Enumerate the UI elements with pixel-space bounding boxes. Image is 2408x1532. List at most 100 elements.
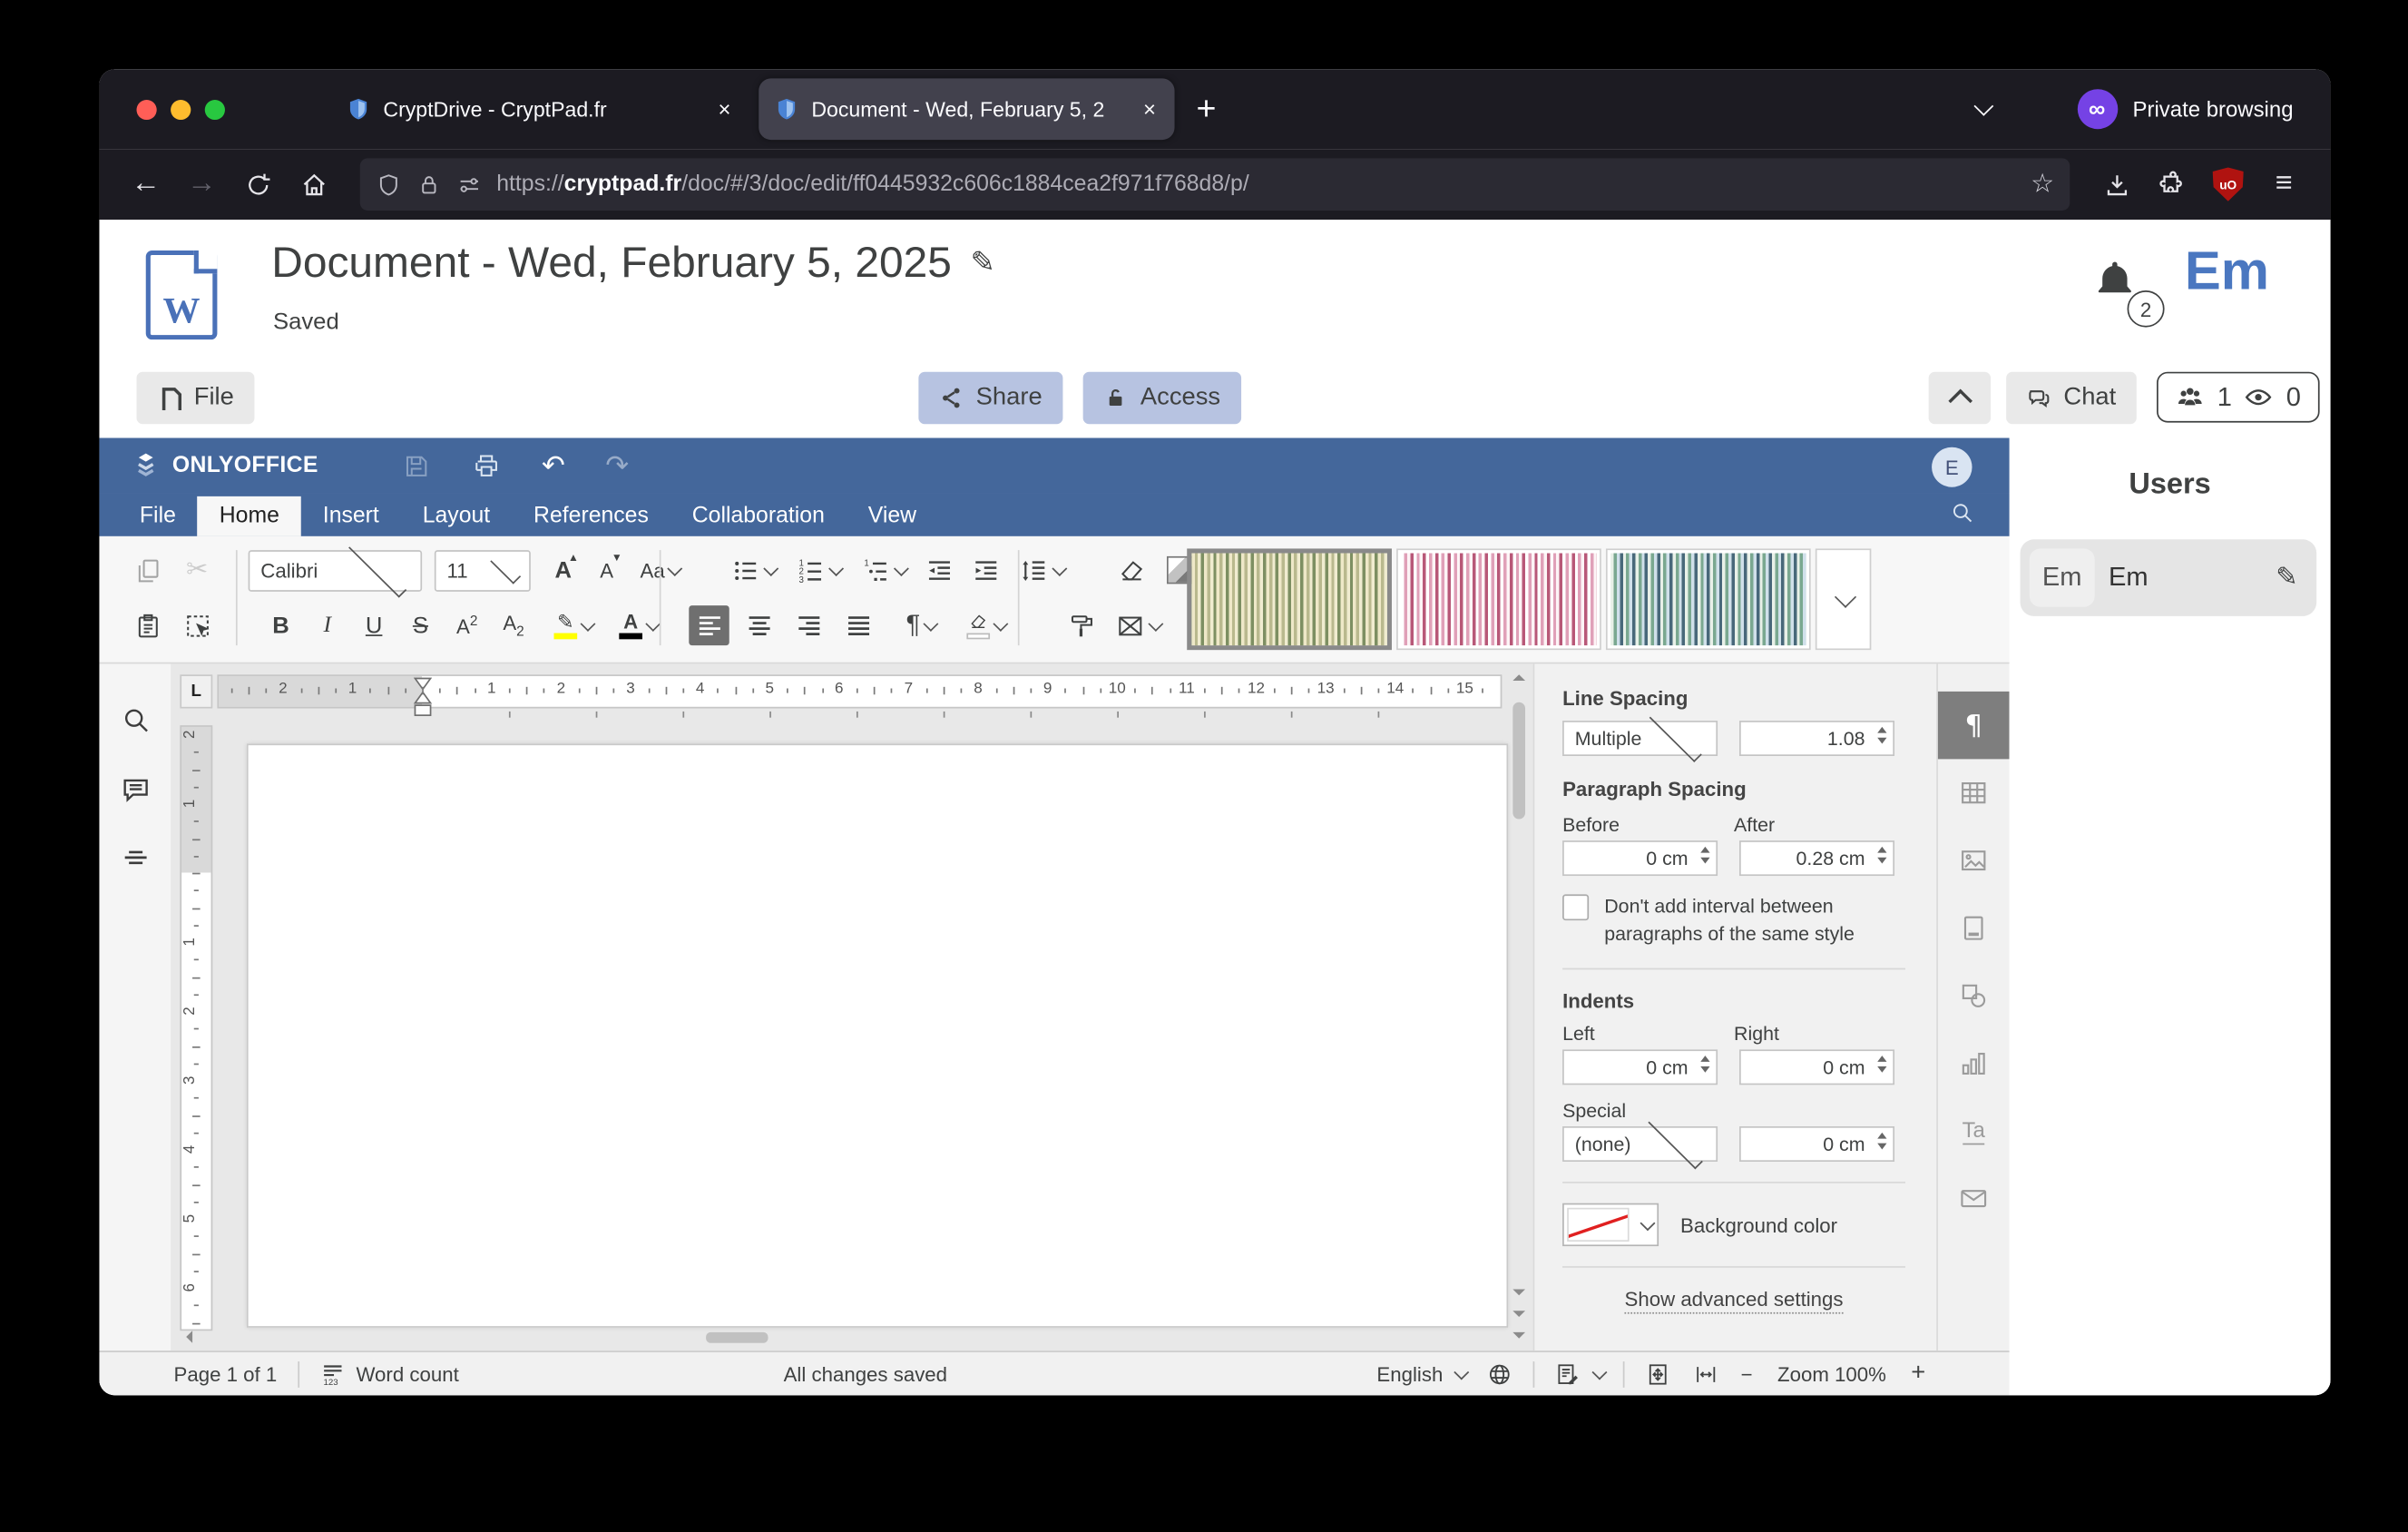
navigation-headings-icon[interactable] — [120, 842, 152, 882]
chart-settings-tab[interactable] — [1938, 1029, 2010, 1096]
comments-icon[interactable] — [120, 774, 152, 814]
background-color-picker[interactable] — [1562, 1203, 1659, 1246]
select-all-button[interactable] — [177, 605, 217, 645]
zoom-window-button[interactable] — [205, 99, 225, 119]
spellcheck-language-globe-icon[interactable] — [1486, 1360, 1512, 1387]
paragraph-shading-button[interactable] — [955, 605, 1014, 645]
mail-merge-settings-tab[interactable] — [1938, 1164, 2010, 1232]
participants-indicator[interactable]: 1 0 — [2157, 372, 2319, 423]
account-avatar[interactable]: Em — [2185, 241, 2269, 303]
indent-markers[interactable] — [413, 676, 433, 719]
spacing-before-spinner[interactable]: 0 cm — [1562, 840, 1718, 876]
underline-button[interactable]: U — [354, 605, 394, 645]
horizontal-scroll-thumb[interactable] — [706, 1332, 768, 1343]
clear-style-button[interactable] — [1111, 550, 1150, 590]
zoom-out-button[interactable]: − — [1741, 1362, 1753, 1385]
justify-button[interactable] — [837, 605, 877, 645]
font-name-select[interactable]: Calibri — [249, 549, 423, 591]
menu-tab-file[interactable]: File — [118, 496, 198, 536]
menu-tab-layout[interactable]: Layout — [401, 496, 512, 536]
horizontal-scrollbar[interactable] — [171, 1330, 1499, 1347]
align-left-button[interactable] — [689, 605, 729, 645]
font-size-select[interactable]: 11 — [435, 549, 531, 591]
spinner-arrows[interactable] — [1877, 1133, 1886, 1150]
superscript-button[interactable]: A2 — [447, 605, 487, 645]
style-thumbnail-1[interactable] — [1187, 548, 1392, 650]
list-all-tabs-chevron-icon[interactable] — [1976, 95, 1990, 123]
close-tab-icon[interactable]: × — [1140, 97, 1160, 122]
scroll-down-arrow[interactable] — [1512, 1332, 1525, 1339]
fit-to-width-button[interactable] — [1693, 1360, 1719, 1387]
style-thumbnail-2[interactable] — [1396, 548, 1601, 650]
show-advanced-settings-link[interactable]: Show advanced settings — [1562, 1288, 1905, 1311]
decrease-indent-button[interactable] — [918, 550, 958, 590]
access-button[interactable]: Access — [1083, 372, 1241, 425]
bold-button[interactable]: B — [260, 605, 300, 645]
share-button[interactable]: Share — [918, 372, 1062, 425]
vertical-scrollbar[interactable] — [1508, 672, 1530, 1341]
table-settings-tab[interactable] — [1938, 759, 2010, 826]
spinner-arrows[interactable] — [1700, 1056, 1709, 1074]
reload-button[interactable] — [233, 160, 283, 209]
document-language-button[interactable]: English — [1376, 1362, 1464, 1385]
tab-cryptdrive[interactable]: CryptDrive - CryptPad.fr × — [330, 78, 749, 140]
site-permissions-icon[interactable] — [456, 172, 483, 198]
word-count-button[interactable]: Word count — [318, 1360, 458, 1387]
mail-merge-button[interactable] — [1108, 605, 1167, 645]
line-spacing-value-spinner[interactable]: 1.08 — [1739, 721, 1894, 756]
vertical-scroll-thumb[interactable] — [1512, 702, 1525, 820]
tab-document-active[interactable]: Document - Wed, February 5, 2 × — [759, 78, 1174, 140]
increase-font-button[interactable]: A▲ — [543, 550, 583, 590]
print-button[interactable] — [472, 451, 501, 480]
app-menu-icon[interactable]: ≡ — [2259, 160, 2309, 209]
bookmark-star-icon[interactable]: ☆ — [2031, 169, 2054, 200]
back-button[interactable]: ← — [121, 160, 171, 209]
downloads-icon[interactable] — [2091, 160, 2141, 209]
extensions-puzzle-icon[interactable] — [2148, 160, 2198, 209]
new-tab-button[interactable]: + — [1196, 89, 1216, 129]
ublock-origin-icon[interactable]: uO — [2203, 160, 2253, 209]
collapse-toolbar-button[interactable] — [1929, 372, 1991, 425]
line-spacing-button[interactable] — [1012, 550, 1071, 590]
chat-button[interactable]: Chat — [2006, 372, 2136, 425]
close-window-button[interactable] — [136, 99, 156, 119]
styles-gallery-expand-button[interactable] — [1816, 548, 1872, 650]
align-center-button[interactable] — [739, 605, 778, 645]
file-button[interactable]: File — [136, 372, 254, 425]
special-indent-select[interactable]: (none) — [1562, 1126, 1718, 1162]
page-number-indicator[interactable]: Page 1 of 1 — [174, 1362, 278, 1385]
tab-stop-selector[interactable]: L — [180, 674, 212, 708]
spinner-arrows[interactable] — [1877, 1056, 1886, 1074]
connection-lock-icon[interactable] — [416, 172, 442, 198]
numbered-list-button[interactable] — [788, 550, 847, 590]
home-button[interactable] — [289, 160, 338, 209]
header-footer-settings-tab[interactable] — [1938, 894, 2010, 961]
textart-settings-tab[interactable]: Ta — [1938, 1097, 2010, 1164]
spell-checking-button[interactable] — [1554, 1360, 1602, 1387]
subscript-button[interactable]: A2 — [494, 605, 533, 645]
notifications-bell-icon[interactable]: 2 — [2090, 257, 2156, 324]
document-page[interactable] — [247, 743, 1508, 1327]
close-tab-icon[interactable]: × — [715, 97, 734, 122]
italic-button[interactable]: I — [308, 605, 347, 645]
menu-tab-collaboration[interactable]: Collaboration — [671, 496, 847, 536]
multilevel-list-button[interactable] — [854, 550, 913, 590]
url-bar[interactable]: https://cryptpad.fr/doc/#/3/doc/edit/ff0… — [360, 158, 2070, 211]
editor-user-avatar[interactable]: E — [1932, 447, 1972, 487]
highlight-color-button[interactable]: ✎ — [543, 605, 602, 645]
chevron-down-icon[interactable] — [1632, 1205, 1657, 1245]
line-spacing-select[interactable]: Multiple — [1562, 721, 1718, 756]
align-right-button[interactable] — [788, 605, 828, 645]
copy-style-button[interactable] — [1062, 605, 1101, 645]
menu-tab-view[interactable]: View — [847, 496, 938, 536]
next-page-arrow[interactable] — [1512, 1311, 1525, 1317]
editor-search-icon[interactable] — [1949, 499, 1975, 533]
image-settings-tab[interactable] — [1938, 827, 2010, 894]
font-color-button[interactable]: A — [608, 605, 667, 645]
tracking-protection-shield-icon[interactable] — [376, 172, 402, 198]
fit-to-page-button[interactable] — [1645, 1360, 1671, 1387]
indent-left-spinner[interactable]: 0 cm — [1562, 1050, 1718, 1085]
nonprinting-chars-button[interactable]: ¶ — [891, 605, 950, 645]
edit-name-pencil-icon[interactable]: ✎ — [2276, 563, 2297, 594]
special-indent-spinner[interactable]: 0 cm — [1739, 1126, 1894, 1162]
